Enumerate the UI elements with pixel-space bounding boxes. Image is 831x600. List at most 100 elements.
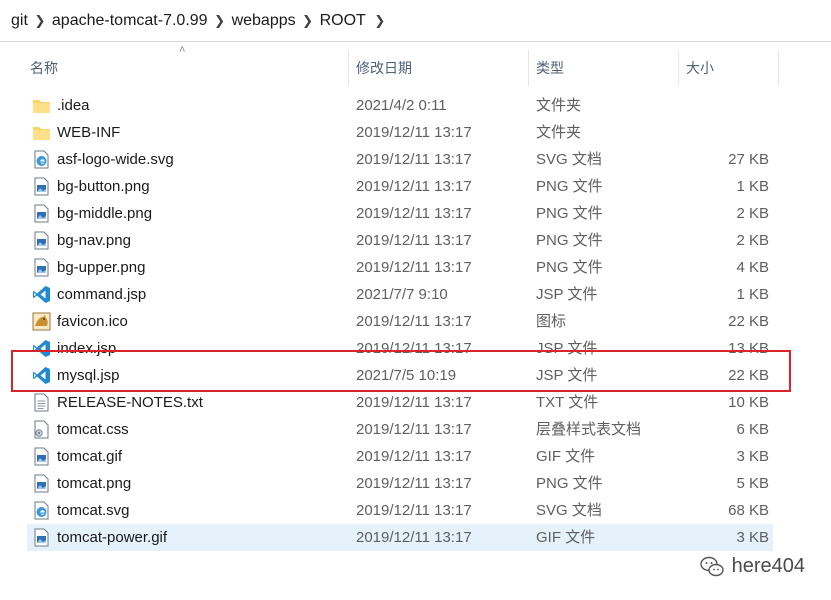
file-modified-date: 2019/12/11 13:17 — [356, 178, 472, 195]
file-name: tomcat.css — [57, 421, 129, 438]
file-name: bg-nav.png — [57, 232, 131, 249]
file-type: SVG 文档 — [536, 502, 602, 519]
file-size: 3 KB — [736, 529, 769, 546]
file-modified-date: 2019/12/11 13:17 — [356, 124, 472, 141]
file-type: 图标 — [536, 313, 567, 330]
svg-edge-icon — [32, 150, 51, 169]
file-type: 文件夹 — [536, 97, 582, 114]
watermark-text: here404 — [731, 555, 805, 577]
file-row[interactable]: tomcat.css 2019/12/11 13:17 层叠样式表文档 6 KB — [27, 416, 773, 443]
column-header-type[interactable]: 类型 — [528, 50, 678, 86]
column-header-row: 名称 ˄ 修改日期 类型 大小 — [0, 44, 831, 86]
file-type: JSP 文件 — [536, 286, 598, 303]
file-size: 1 KB — [736, 178, 769, 195]
file-type: SVG 文档 — [536, 151, 602, 168]
chevron-right-icon[interactable]: ❯ — [30, 13, 50, 29]
css-file-icon — [32, 420, 51, 439]
folder-icon — [32, 123, 51, 142]
file-modified-date: 2019/12/11 13:17 — [356, 448, 472, 465]
file-type: PNG 文件 — [536, 178, 603, 195]
chevron-right-icon[interactable]: ❯ — [298, 13, 318, 29]
file-row[interactable]: mysql.jsp 2021/7/5 10:19 JSP 文件 22 KB — [27, 362, 773, 389]
breadcrumb-item-tomcat[interactable]: apache-tomcat-7.0.99 — [50, 12, 210, 30]
file-modified-date: 2019/12/11 13:17 — [356, 340, 472, 357]
file-name: .idea — [57, 97, 90, 114]
file-row[interactable]: RELEASE-NOTES.txt 2019/12/11 13:17 TXT 文件 1… — [27, 389, 773, 416]
file-modified-date: 2021/4/2 0:11 — [356, 97, 447, 114]
file-type: PNG 文件 — [536, 232, 603, 249]
column-header-size[interactable]: 大小 — [678, 50, 778, 86]
file-name: bg-middle.png — [57, 205, 153, 222]
tomcat-favicon-icon — [32, 312, 51, 331]
file-modified-date: 2019/12/11 13:17 — [356, 502, 472, 519]
file-size: 4 KB — [736, 259, 769, 276]
file-size: 22 KB — [728, 367, 769, 384]
text-file-icon — [32, 393, 51, 412]
file-row[interactable]: bg-nav.png 2019/12/11 13:17 PNG 文件 2 KB — [27, 227, 773, 254]
file-name: tomcat.svg — [57, 502, 130, 519]
image-file-icon — [32, 528, 51, 547]
file-modified-date: 2019/12/11 13:17 — [356, 394, 472, 411]
file-modified-date: 2019/12/11 13:17 — [356, 259, 472, 276]
breadcrumb-item-root[interactable]: ROOT — [318, 12, 368, 30]
column-divider[interactable] — [778, 50, 779, 86]
chevron-right-icon[interactable]: ❯ — [370, 13, 390, 29]
vscode-icon — [32, 339, 51, 358]
file-name: tomcat.gif — [57, 448, 123, 465]
file-row[interactable]: bg-middle.png 2019/12/11 13:17 PNG 文件 2 KB — [27, 200, 773, 227]
image-file-icon — [32, 231, 51, 250]
file-type: PNG 文件 — [536, 475, 603, 492]
file-name: asf-logo-wide.svg — [57, 151, 174, 168]
column-header-date[interactable]: 修改日期 — [348, 50, 528, 86]
wechat-logo-icon — [699, 556, 724, 576]
breadcrumb-item-webapps[interactable]: webapps — [230, 12, 298, 30]
file-name: command.jsp — [57, 286, 147, 303]
file-type: PNG 文件 — [536, 259, 603, 276]
file-type: TXT 文件 — [536, 394, 599, 411]
chevron-right-icon[interactable]: ❯ — [210, 13, 230, 29]
image-file-icon — [32, 204, 51, 223]
file-row[interactable]: tomcat-power.gif 2019/12/11 13:17 GIF 文件 3 … — [27, 524, 773, 551]
file-modified-date: 2019/12/11 13:17 — [356, 475, 472, 492]
file-name: tomcat-power.gif — [57, 529, 168, 546]
file-row[interactable]: favicon.ico 2019/12/11 13:17 图标 22 KB — [27, 308, 773, 335]
file-row[interactable]: command.jsp 2021/7/7 9:10 JSP 文件 1 KB — [27, 281, 773, 308]
watermark: here404 — [699, 555, 805, 578]
vscode-icon — [32, 285, 51, 304]
file-size: 1 KB — [736, 286, 769, 303]
file-row[interactable]: asf-logo-wide.svg 2019/12/11 13:17 SVG 文档 2… — [27, 146, 773, 173]
file-name: RELEASE-NOTES.txt — [57, 394, 203, 411]
file-size: 2 KB — [736, 232, 769, 249]
file-name: tomcat.png — [57, 475, 132, 492]
file-row[interactable]: .idea 2021/4/2 0:11 文件夹 — [27, 92, 773, 119]
file-name: index.jsp — [57, 340, 117, 357]
file-row[interactable]: tomcat.gif 2019/12/11 13:17 GIF 文件 3 KB — [27, 443, 773, 470]
file-name: bg-upper.png — [57, 259, 146, 276]
file-row[interactable]: WEB-INF 2019/12/11 13:17 文件夹 — [27, 119, 773, 146]
file-name: WEB-INF — [57, 124, 121, 141]
breadcrumb: git ❯ apache-tomcat-7.0.99 ❯ webapps ❯ R… — [0, 0, 831, 42]
file-size: 22 KB — [728, 313, 769, 330]
file-row[interactable]: bg-button.png 2019/12/11 13:17 PNG 文件 1 KB — [27, 173, 773, 200]
file-size: 2 KB — [736, 205, 769, 222]
file-name: bg-button.png — [57, 178, 150, 195]
file-row[interactable]: tomcat.svg 2019/12/11 13:17 SVG 文档 68 KB — [27, 497, 773, 524]
file-row[interactable]: index.jsp 2019/12/11 13:17 JSP 文件 13 KB — [27, 335, 773, 362]
file-type: JSP 文件 — [536, 340, 598, 357]
file-type: PNG 文件 — [536, 205, 603, 222]
file-size: 3 KB — [736, 448, 769, 465]
file-modified-date: 2019/12/11 13:17 — [356, 232, 472, 249]
file-modified-date: 2021/7/5 10:19 — [356, 367, 457, 384]
file-size: 5 KB — [736, 475, 769, 492]
file-size: 13 KB — [728, 340, 769, 357]
file-type: GIF 文件 — [536, 529, 596, 546]
file-type: 文件夹 — [536, 124, 582, 141]
file-type: JSP 文件 — [536, 367, 598, 384]
breadcrumb-item-git[interactable]: git — [9, 12, 30, 30]
file-modified-date: 2019/12/11 13:17 — [356, 529, 472, 546]
file-row[interactable]: tomcat.png 2019/12/11 13:17 PNG 文件 5 KB — [27, 470, 773, 497]
file-type: GIF 文件 — [536, 448, 596, 465]
file-row[interactable]: bg-upper.png 2019/12/11 13:17 PNG 文件 4 KB — [27, 254, 773, 281]
image-file-icon — [32, 474, 51, 493]
file-modified-date: 2019/12/11 13:17 — [356, 151, 472, 168]
